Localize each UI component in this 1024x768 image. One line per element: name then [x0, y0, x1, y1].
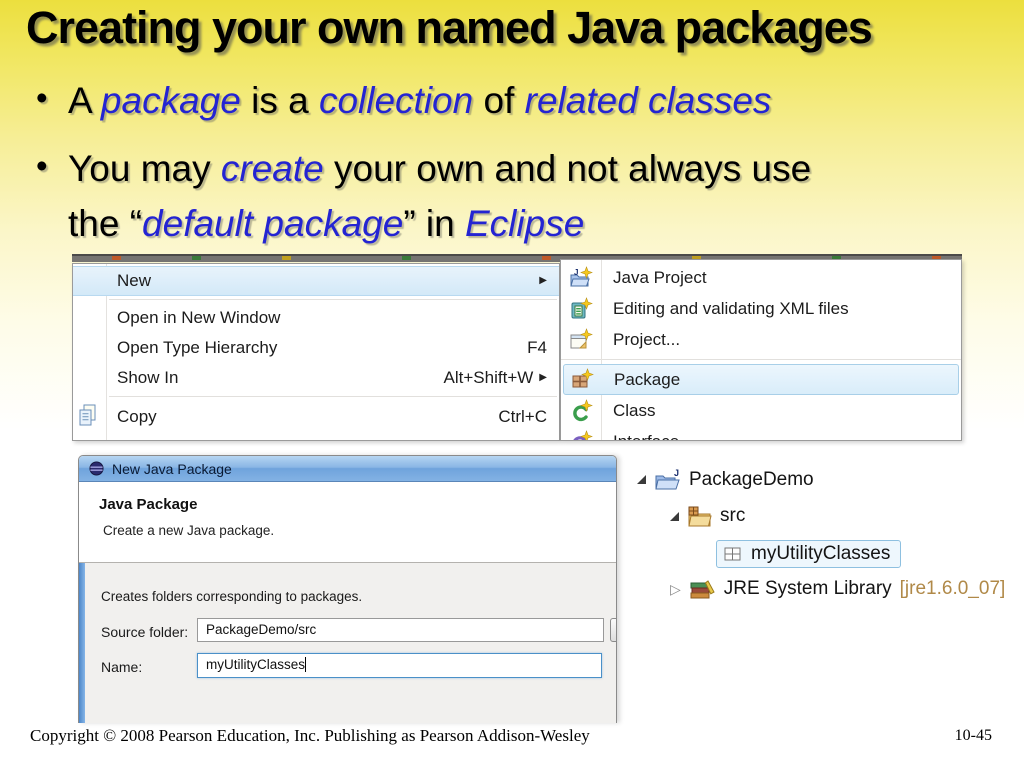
bullet-item-2: • You may create your own and not always … — [36, 142, 998, 252]
svg-text:J: J — [674, 468, 679, 478]
class-icon — [573, 399, 593, 422]
new-java-package-dialog: New Java Package Java Package Create a n… — [78, 455, 617, 723]
eclipse-logo-icon — [89, 461, 104, 476]
bullet-text-segment: ” in — [403, 202, 465, 244]
collapsed-arrow-icon[interactable]: ▷ — [670, 582, 681, 596]
menu-item-copy[interactable]: Copy Ctrl+C — [73, 400, 559, 434]
bullet-item-1: • A package is a collection of related cl… — [36, 74, 771, 129]
dialog-title: New Java Package — [112, 460, 232, 477]
submenu-item-label: Package — [614, 370, 681, 389]
menu-separator — [109, 396, 557, 397]
footer-copyright: Copyright © 2008 Pearson Education, Inc.… — [30, 726, 590, 745]
tree-item-jre-system-library[interactable]: ▷ JRE System Library [jre1.6.0_07] — [670, 578, 1005, 600]
submenu-item-label: Java Project — [613, 268, 707, 287]
bullet-text-segment: You may — [68, 148, 221, 189]
menu-item-label: Copy — [117, 407, 157, 426]
tree-item-label: myUtilityClasses — [751, 543, 891, 564]
menu-item-show-in[interactable]: Show In Alt+Shift+W ▶ — [73, 363, 559, 393]
submenu-item-interface[interactable]: Interface — [561, 426, 961, 440]
menu-shortcut: Alt+Shift+W — [443, 368, 534, 387]
bullet-text-segment: Eclipse — [465, 202, 585, 244]
submenu-arrow-icon: ▶ — [539, 275, 547, 286]
menu-separator — [561, 359, 961, 360]
bullet-text-segment: A — [68, 80, 101, 121]
menu-item-label: Show In — [117, 368, 179, 387]
submenu-item-java-project[interactable]: J Java Project — [561, 262, 961, 293]
submenu-item-label: Class — [613, 401, 656, 420]
interface-icon — [573, 430, 593, 440]
submenu-item-label: Interface — [613, 432, 679, 440]
bullet-text-segment: package — [100, 80, 241, 121]
submenu-item-label: Editing and validating XML files — [613, 299, 849, 318]
dialog-header: Java Package Create a new Java package. — [79, 482, 616, 563]
tree-selection-highlight: myUtilityClasses — [716, 540, 902, 568]
menu-shortcut: F4 — [527, 338, 547, 357]
context-menu: New ▶ Open in New Window Open Type Hiera… — [72, 263, 560, 441]
tree-item-myutilityclasses[interactable]: myUtilityClasses — [716, 540, 902, 568]
browse-button[interactable] — [610, 618, 616, 642]
dialog-description: Creates folders corresponding to package… — [101, 589, 363, 604]
expanded-arrow-icon[interactable] — [637, 475, 646, 484]
bullet-marker: • — [36, 79, 48, 116]
package-explorer-tree: J PackageDemo src myUtilityClasses ▷ JRE… — [630, 460, 1024, 620]
source-folder-value: PackageDemo/src — [206, 622, 317, 637]
dialog-body: Creates folders corresponding to package… — [79, 563, 616, 723]
menu-item-label: New — [117, 271, 152, 290]
java-project-folder-icon: J — [655, 468, 680, 490]
package-icon — [572, 368, 594, 388]
package-name-value: myUtilityClasses — [206, 657, 306, 672]
menu-item-label: Open in New Window — [117, 308, 281, 327]
bullet-text-segment: default package — [142, 202, 404, 244]
project-icon — [570, 328, 593, 349]
menu-item-new[interactable]: New ▶ — [73, 266, 559, 296]
package-name-field[interactable]: myUtilityClasses — [197, 653, 602, 678]
bullet-text-segment: of — [473, 80, 525, 121]
text-cursor — [305, 657, 307, 672]
submenu-item-class[interactable]: Class — [561, 395, 961, 426]
submenu-item-xml-files[interactable]: Editing and validating XML files — [561, 293, 961, 324]
menu-separator — [109, 299, 557, 300]
page-title: Creating your own named Java packages — [26, 2, 873, 53]
menu-item-open-in-new-window[interactable]: Open in New Window — [73, 303, 559, 333]
submenu-arrow-icon: ▶ — [539, 372, 547, 383]
menu-shortcut: Ctrl+C — [498, 407, 547, 426]
source-folder-field[interactable]: PackageDemo/src — [197, 618, 604, 642]
bullet-text-segment: is a — [240, 80, 319, 121]
window-border-strip — [79, 563, 85, 723]
new-submenu: J Java Project Editing and validating XM… — [560, 259, 962, 441]
source-folder-label: Source folder: — [101, 624, 189, 640]
copy-icon — [79, 404, 96, 426]
bullet-text-segment: the “ — [68, 202, 143, 244]
library-icon — [690, 579, 715, 598]
empty-package-icon — [724, 547, 741, 561]
svg-text:J: J — [574, 268, 578, 277]
dialog-titlebar: New Java Package — [79, 456, 616, 482]
dialog-heading: Java Package — [99, 496, 198, 513]
bullet-marker: • — [36, 147, 48, 184]
java-project-icon: J — [570, 266, 593, 287]
tree-item-src[interactable]: src — [670, 505, 745, 527]
submenu-item-package[interactable]: Package — [563, 364, 959, 395]
submenu-item-label: Project... — [613, 330, 681, 349]
name-label: Name: — [101, 659, 143, 675]
source-folder-icon — [688, 506, 712, 526]
footer-page-number: 10-45 — [954, 727, 992, 744]
bullet-text-segment: your own and not always use — [323, 148, 812, 189]
bullet-text-segment: create — [220, 148, 324, 189]
jre-version-text: [jre1.6.0_07] — [899, 578, 1006, 599]
expanded-arrow-icon[interactable] — [670, 511, 679, 521]
tree-item-label: src — [720, 505, 746, 526]
menu-item-label: Open Type Hierarchy — [117, 338, 278, 357]
tree-item-packagedemo[interactable]: J PackageDemo — [637, 468, 814, 491]
bullet-text-segment: related classes — [524, 80, 772, 121]
tree-item-label: PackageDemo — [689, 468, 814, 490]
bullet-text-segment: collection — [318, 80, 474, 121]
xml-file-icon — [571, 297, 593, 319]
submenu-item-project[interactable]: Project... — [561, 324, 961, 355]
dialog-subtitle: Create a new Java package. — [103, 523, 275, 538]
tree-item-label: JRE System Library — [723, 578, 892, 599]
slide: Creating your own named Java packages • A… — [0, 0, 1024, 768]
menu-item-open-type-hierarchy[interactable]: Open Type Hierarchy F4 — [73, 333, 559, 363]
